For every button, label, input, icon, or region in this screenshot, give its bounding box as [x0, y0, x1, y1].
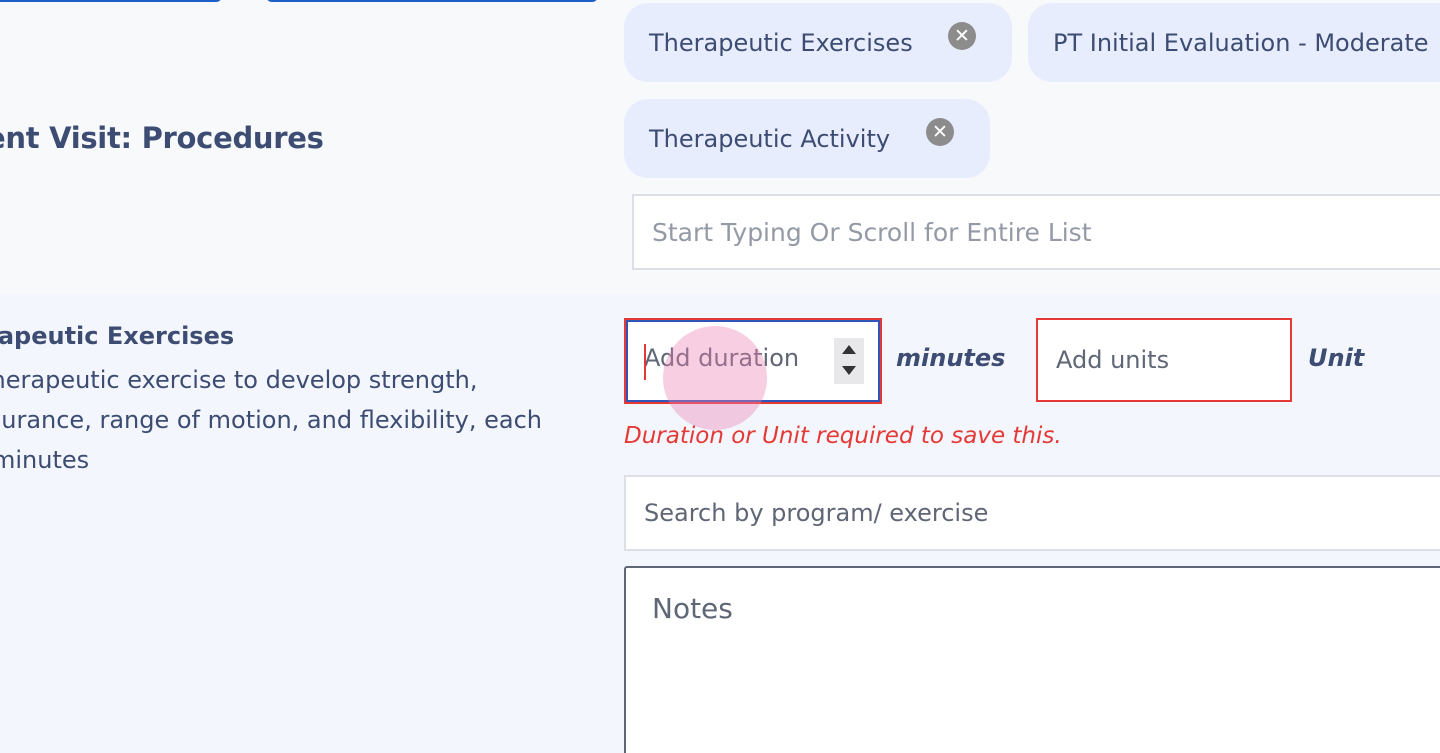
procedure-select-input[interactable]: Start Typing Or Scroll for Entire List: [632, 194, 1440, 270]
exercise-search-input[interactable]: Search by program/ exercise: [624, 475, 1440, 551]
procedure-description-line-1: 10-Therapeutic exercise to develop stren…: [0, 360, 626, 400]
section-title: ent Visit: Procedures: [0, 121, 324, 155]
notes-placeholder: Notes: [652, 592, 733, 625]
decrement-arrow-icon[interactable]: [842, 366, 856, 375]
procedure-description-line-3: minutes: [0, 446, 90, 474]
duration-placeholder: Add duration: [644, 344, 800, 372]
number-spinner[interactable]: [834, 338, 864, 384]
procedure-chip-therapeutic-exercises: Therapeutic Exercises ✕: [624, 3, 1012, 82]
duration-input[interactable]: Add duration: [624, 318, 882, 404]
procedure-select-placeholder: Start Typing Or Scroll for Entire List: [652, 217, 1092, 247]
text-cursor: [644, 344, 646, 380]
chip-label: Therapeutic Exercises: [649, 28, 913, 57]
procedure-chip-therapeutic-activity: Therapeutic Activity ✕: [624, 99, 990, 178]
duration-unit-label: minutes: [896, 344, 1006, 372]
chip-label: Therapeutic Activity: [649, 124, 891, 153]
increment-arrow-icon[interactable]: [842, 345, 856, 354]
procedure-description-text-1: Therapeutic exercise to develop strength…: [0, 366, 478, 394]
procedure-chip-pt-initial-evaluation: PT Initial Evaluation - Moderate: [1028, 3, 1440, 82]
top-button-right[interactable]: [266, 0, 598, 2]
units-placeholder: Add units: [1056, 346, 1170, 374]
units-unit-label: Unit: [1308, 344, 1365, 372]
validation-error: Duration or Unit required to save this.: [624, 423, 1062, 449]
close-circle-icon[interactable]: ✕: [926, 118, 954, 146]
close-circle-icon[interactable]: ✕: [948, 22, 976, 50]
units-input[interactable]: Add units: [1036, 318, 1292, 402]
procedure-description-line-2: durance, range of motion, and flexibilit…: [0, 406, 543, 434]
chip-label: PT Initial Evaluation - Moderate: [1053, 28, 1429, 57]
notes-textarea[interactable]: Notes: [624, 566, 1440, 753]
procedure-description: 10-Therapeutic exercise to develop stren…: [0, 360, 626, 480]
top-button-left[interactable]: [0, 0, 222, 2]
procedure-name: rapeutic Exercises: [0, 322, 235, 350]
exercise-search-placeholder: Search by program/ exercise: [644, 499, 989, 527]
